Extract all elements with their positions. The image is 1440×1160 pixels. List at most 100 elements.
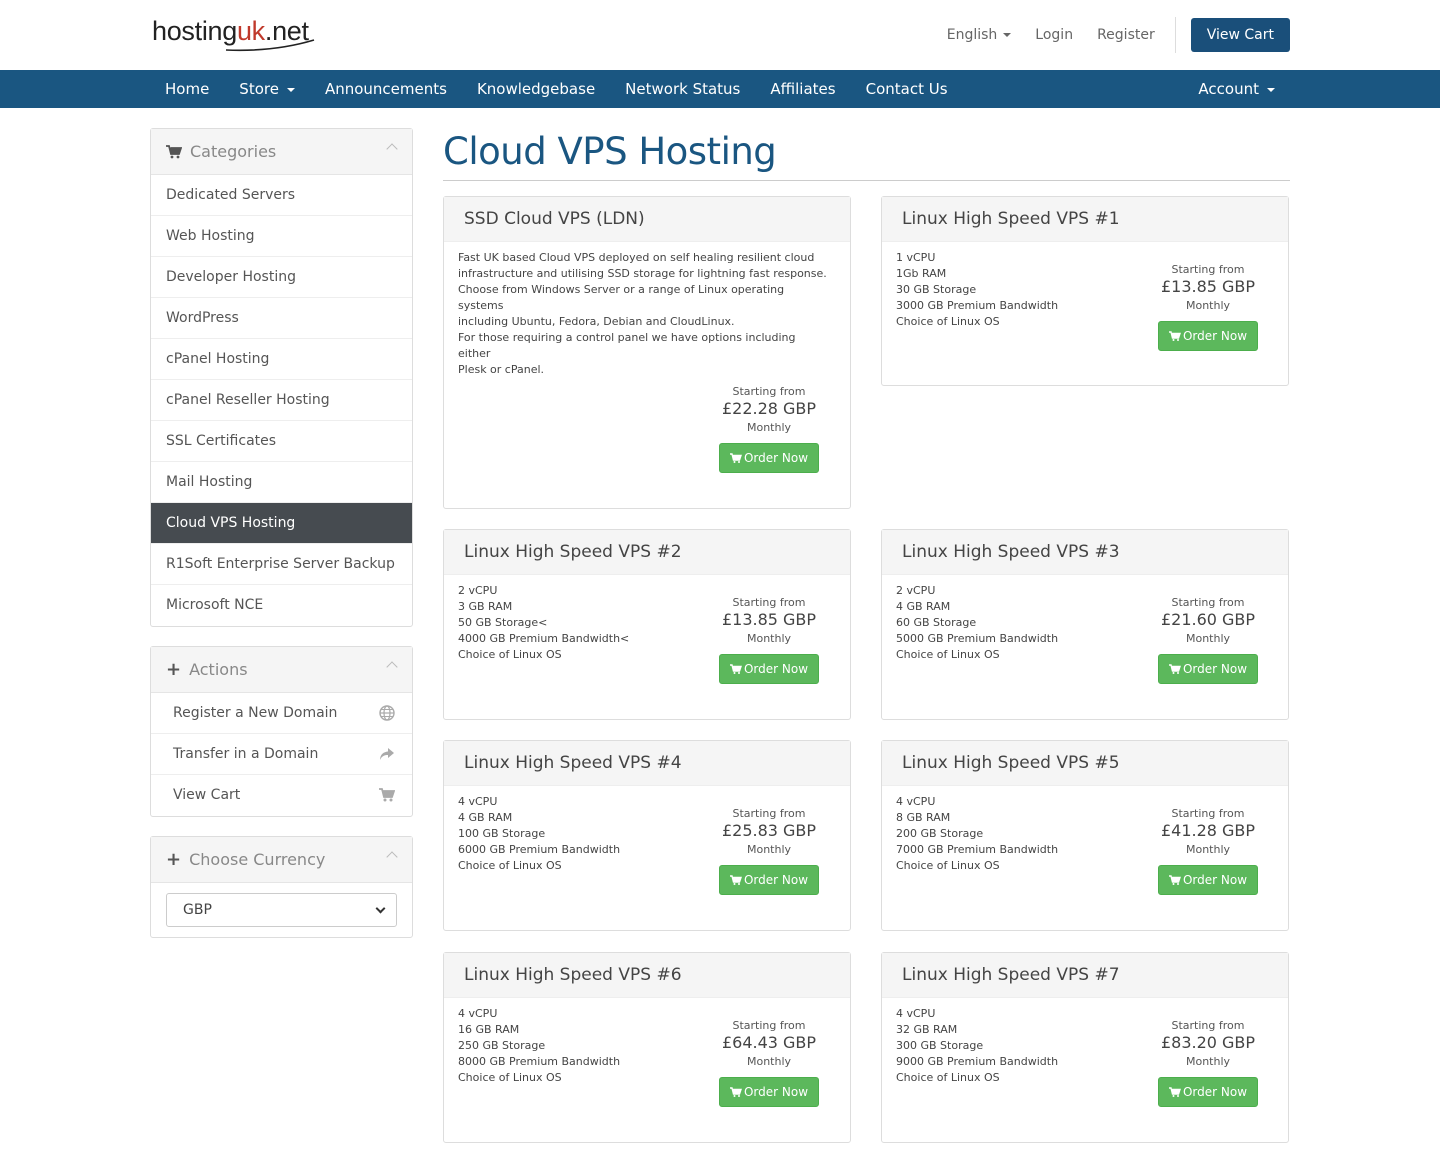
register-domain-link[interactable]: Register a New Domain: [151, 693, 412, 734]
shopping-cart-icon: [729, 453, 742, 463]
starting-from-label: Starting from: [1171, 596, 1245, 609]
nav-announcements[interactable]: Announcements: [310, 70, 462, 108]
product-name: SSD Cloud VPS (LDN): [444, 197, 850, 242]
product-name: Linux High Speed VPS #3: [882, 530, 1288, 575]
categories-panel: Categories Dedicated Servers Web Hosting…: [150, 128, 413, 627]
starting-from-label: Starting from: [732, 1019, 806, 1032]
product-price: £83.20 GBP: [1160, 1033, 1256, 1052]
caret-down-icon: [286, 87, 295, 92]
actions-panel: + Actions Register a New Domain Transfer…: [150, 646, 413, 817]
billing-cycle: Monthly: [1185, 632, 1231, 645]
categories-heading[interactable]: Categories: [151, 129, 412, 175]
billing-cycle: Monthly: [1185, 843, 1231, 856]
nav-network-status[interactable]: Network Status: [610, 70, 755, 108]
share-arrow-icon: [380, 748, 394, 760]
order-now-button[interactable]: Order Now: [719, 1077, 819, 1107]
starting-from-label: Starting from: [732, 385, 806, 398]
chevron-up-icon[interactable]: [386, 143, 398, 155]
product-features: 4 vCPU 16 GB RAM 250 GB Storage 8000 GB …: [458, 1007, 621, 1084]
nav-affiliates[interactable]: Affiliates: [755, 70, 850, 108]
category-cpanel-hosting[interactable]: cPanel Hosting: [151, 339, 412, 380]
plus-icon: +: [166, 849, 182, 870]
product-card: Linux High Speed VPS #6 4 vCPU 16 GB RAM…: [443, 952, 851, 1143]
currency-heading[interactable]: + Choose Currency: [151, 837, 412, 883]
title-divider: [443, 180, 1290, 181]
caret-down-icon: [1267, 87, 1275, 92]
actions-title: Actions: [189, 660, 248, 679]
register-link[interactable]: Register: [1097, 27, 1155, 43]
product-pricing: Starting from £64.43 GBP Monthly Order N…: [714, 1019, 824, 1107]
order-now-button[interactable]: Order Now: [719, 443, 819, 473]
product-price: £22.28 GBP: [721, 399, 817, 418]
product-features: 4 vCPU 32 GB RAM 300 GB Storage 9000 GB …: [896, 1007, 1059, 1084]
nav-store[interactable]: Store: [224, 70, 310, 108]
transfer-domain-link[interactable]: Transfer in a Domain: [151, 734, 412, 775]
billing-cycle: Monthly: [1185, 1055, 1231, 1068]
product-pricing: Starting from £21.60 GBP Monthly Order N…: [1153, 596, 1263, 684]
actions-heading[interactable]: + Actions: [151, 647, 412, 693]
category-microsoft-nce[interactable]: Microsoft NCE: [151, 585, 412, 626]
product-name: Linux High Speed VPS #6: [444, 953, 850, 998]
product-name: Linux High Speed VPS #4: [444, 741, 850, 786]
logo-swoosh-icon: [225, 39, 315, 52]
billing-cycle: Monthly: [746, 632, 792, 645]
category-ssl-certificates[interactable]: SSL Certificates: [151, 421, 412, 462]
chevron-up-icon[interactable]: [386, 661, 398, 673]
nav-contact-us[interactable]: Contact Us: [851, 70, 963, 108]
view-cart-link[interactable]: View Cart: [151, 775, 412, 816]
order-now-button[interactable]: Order Now: [1158, 1077, 1258, 1107]
category-wordpress[interactable]: WordPress: [151, 298, 412, 339]
product-features: 1 vCPU 1Gb RAM 30 GB Storage 3000 GB Pre…: [896, 251, 1059, 328]
product-pricing: Starting from £22.28 GBP Monthly Order N…: [714, 385, 824, 473]
category-cpanel-reseller-hosting[interactable]: cPanel Reseller Hosting: [151, 380, 412, 421]
product-features: 4 vCPU 4 GB RAM 100 GB Storage 6000 GB P…: [458, 795, 621, 872]
order-now-button[interactable]: Order Now: [719, 865, 819, 895]
product-features: 2 vCPU 4 GB RAM 60 GB Storage 5000 GB Pr…: [896, 584, 1059, 661]
order-now-button[interactable]: Order Now: [1158, 321, 1258, 351]
caret-down-icon: [1003, 33, 1012, 37]
register-domain-label: Register a New Domain: [173, 705, 338, 721]
transfer-domain-label: Transfer in a Domain: [173, 746, 319, 762]
product-name: Linux High Speed VPS #1: [882, 197, 1288, 242]
category-r1soft-backup[interactable]: R1Soft Enterprise Server Backup: [151, 544, 412, 585]
product-price: £41.28 GBP: [1160, 821, 1256, 840]
category-cloud-vps-hosting[interactable]: Cloud VPS Hosting: [151, 503, 412, 544]
starting-from-label: Starting from: [1171, 1019, 1245, 1032]
order-now-button[interactable]: Order Now: [719, 654, 819, 684]
currency-select[interactable]: GBP: [166, 893, 397, 927]
product-price: £13.85 GBP: [721, 610, 817, 629]
order-now-button[interactable]: Order Now: [1158, 865, 1258, 895]
header-divider: [1174, 17, 1176, 53]
starting-from-label: Starting from: [1171, 807, 1245, 820]
product-card: Linux High Speed VPS #2 2 vCPU 3 GB RAM …: [443, 529, 851, 720]
product-name: Linux High Speed VPS #5: [882, 741, 1288, 786]
chevron-down-icon: [375, 903, 386, 914]
login-link[interactable]: Login: [1035, 27, 1073, 43]
starting-from-label: Starting from: [1171, 263, 1245, 276]
category-web-hosting[interactable]: Web Hosting: [151, 216, 412, 257]
order-now-button[interactable]: Order Now: [1158, 654, 1258, 684]
categories-list: Dedicated Servers Web Hosting Developer …: [151, 175, 412, 626]
nav-home[interactable]: Home: [150, 70, 224, 108]
view-cart-button[interactable]: View Cart: [1190, 18, 1290, 52]
product-card: Linux High Speed VPS #1 1 vCPU 1Gb RAM 3…: [881, 196, 1289, 386]
globe-icon: [379, 705, 395, 721]
product-name: Linux High Speed VPS #2: [444, 530, 850, 575]
category-developer-hosting[interactable]: Developer Hosting: [151, 257, 412, 298]
product-features: 2 vCPU 3 GB RAM 50 GB Storage< 4000 GB P…: [458, 584, 630, 661]
nav-knowledgebase[interactable]: Knowledgebase: [462, 70, 610, 108]
product-card: Linux High Speed VPS #7 4 vCPU 32 GB RAM…: [881, 952, 1289, 1143]
product-pricing: Starting from £41.28 GBP Monthly Order N…: [1153, 807, 1263, 895]
category-dedicated-servers[interactable]: Dedicated Servers: [151, 175, 412, 216]
currency-selected-value: GBP: [183, 902, 212, 918]
category-mail-hosting[interactable]: Mail Hosting: [151, 462, 412, 503]
product-card: Linux High Speed VPS #4 4 vCPU 4 GB RAM …: [443, 740, 851, 931]
billing-cycle: Monthly: [746, 421, 792, 434]
nav-account[interactable]: Account: [1183, 70, 1290, 108]
page-title: Cloud VPS Hosting: [443, 130, 777, 173]
chevron-up-icon[interactable]: [386, 851, 398, 863]
language-dropdown[interactable]: English: [947, 27, 1012, 43]
shopping-cart-icon: [379, 788, 395, 802]
product-card: SSD Cloud VPS (LDN) Fast UK based Cloud …: [443, 196, 851, 509]
currency-panel: + Choose Currency GBP: [150, 836, 413, 938]
